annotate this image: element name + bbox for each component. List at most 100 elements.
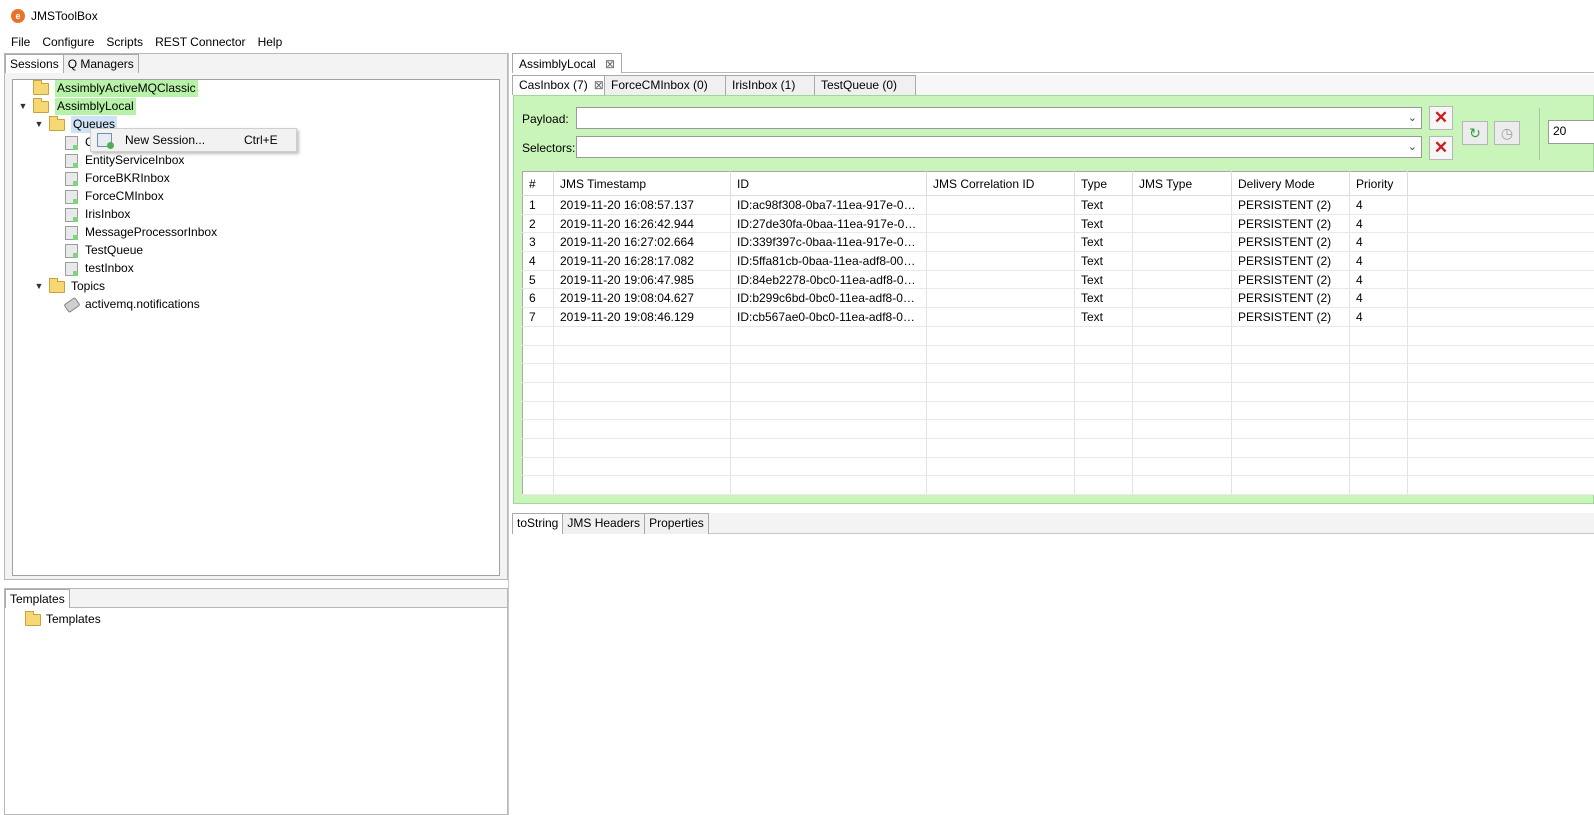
column-header[interactable]: JMS Type [1132,171,1232,196]
menu-rest-connector[interactable]: REST Connector [149,33,252,52]
clear-selectors-button[interactable]: ✕ [1429,136,1453,160]
close-icon[interactable]: ⊠ [605,57,615,71]
expand-chevron-icon[interactable]: ▼ [33,278,45,295]
table-cell-empty [1349,326,1408,346]
table-header-row: # JMS Timestamp ID JMS Correlation ID Ty… [522,171,1594,196]
clock-icon[interactable]: ◷ [1494,121,1520,145]
table-cell [1132,232,1232,253]
table-row[interactable]: 1 2019-11-20 16:08:57.137 ID:ac98f308-0ba7… [522,195,1594,215]
table-cell-empty [1407,475,1594,495]
tab-queue-forcecminbox[interactable]: ForceCMInbox (0) [604,75,726,95]
table-row[interactable]: 6 2019-11-20 19:08:04.627 ID:b299c6bd-0bc0… [522,288,1594,309]
chevron-down-icon[interactable]: ⌄ [1408,111,1417,124]
table-cell-empty [553,363,731,383]
tab-queue-testqueue[interactable]: TestQueue (0) [814,75,916,95]
table-cell: ID:339f397c-0baa-11ea-917e-0015... [730,232,927,253]
table-row[interactable]: 3 2019-11-20 16:27:02.664 ID:339f397c-0baa… [522,232,1594,253]
menu-help[interactable]: Help [252,33,289,52]
queue-icon [65,172,78,186]
table-cell-empty [1407,401,1594,421]
column-header[interactable]: Delivery Mode [1231,171,1350,196]
table-row-empty [522,457,1594,477]
queue-label: IrisInbox [85,207,131,221]
table-cell [926,251,1075,271]
column-header-filler [1407,171,1594,196]
detail-content [512,534,1594,815]
table-cell: 4 [522,251,554,271]
table-cell-empty [1349,438,1408,458]
tab-session-assimbly-local[interactable]: AssimblyLocal ⊠ [512,53,623,73]
queue-label: testInbox [85,261,134,275]
tab-tostring[interactable]: toString [512,513,564,534]
queue-icon [65,136,78,150]
expand-chevron-icon[interactable]: ▼ [17,98,29,115]
table-cell: 2 [522,214,554,234]
payload-input[interactable]: ⌄ [576,107,1422,129]
table-cell: 4 [1349,232,1408,253]
session-tabstrip: AssimblyLocal ⊠ [512,53,1594,73]
table-cell-empty [522,382,554,402]
window-title: JMSToolBox [31,9,98,23]
table-cell: Text [1074,214,1133,234]
table-cell: 1 [522,195,554,215]
table-row[interactable]: 2 2019-11-20 16:26:42.944 ID:27de30fa-0baa… [522,214,1594,234]
context-menu-item-new-session[interactable]: New Session... Ctrl+E [91,129,296,151]
selectors-label: Selectors: [522,141,576,155]
queue-icon [65,208,78,222]
table-cell [926,288,1075,309]
tab-queue-casinbox[interactable]: CasInbox (7) ⊠ [512,75,605,95]
panel-divider[interactable] [508,53,509,815]
queue-label: MessageProcessorInbox [85,225,218,239]
table-cell-empty [1407,438,1594,458]
table-cell-empty [1132,457,1232,477]
column-header[interactable]: Type [1074,171,1133,196]
column-header[interactable]: ID [730,171,927,196]
table-cell [1132,270,1232,290]
sessions-tree: AssimblyActiveMQClassic ▼ AssimblyLocal … [12,79,500,576]
table-cell: 4 [1349,251,1408,271]
tab-templates[interactable]: Templates [5,589,70,608]
sessions-tabstrip: Sessions Q Managers [5,54,139,73]
tab-queue-irisinbox[interactable]: IrisInbox (1) [725,75,815,95]
table-cell-empty [1231,345,1350,365]
column-header[interactable]: JMS Timestamp [553,171,731,196]
menu-file[interactable]: File [5,33,36,52]
menu-configure[interactable]: Configure [36,33,100,52]
clear-payload-button[interactable]: ✕ [1429,106,1453,130]
table-cell-empty [522,475,554,495]
table-cell-empty [1132,401,1232,421]
table-row-empty [522,363,1594,383]
refresh-icon[interactable]: ↻ [1462,121,1488,145]
table-cell [926,270,1075,290]
column-header[interactable]: JMS Correlation ID [926,171,1075,196]
column-header[interactable]: Priority [1349,171,1408,196]
selectors-input[interactable]: ⌄ [576,136,1422,158]
table-cell-empty [1231,382,1350,402]
tab-jms-headers[interactable]: JMS Headers [562,513,646,534]
menu-scripts[interactable]: Scripts [100,33,149,52]
column-header[interactable]: # [522,171,554,196]
queue-icon [65,190,78,204]
templates-folder-icon [25,611,41,626]
table-row[interactable]: 4 2019-11-20 16:28:17.082 ID:5ffa81cb-0baa… [522,251,1594,271]
table-cell-empty [1074,475,1133,495]
page-size-input[interactable]: 20 [1548,120,1594,144]
queue-label: ForceCMInbox [85,189,164,203]
table-cell-empty [730,326,927,346]
queue-icon [65,262,78,276]
table-row-empty [522,326,1594,346]
close-icon[interactable]: ⊠ [594,78,604,92]
table-row[interactable]: 7 2019-11-20 19:08:46.129 ID:cb567ae0-0bc0… [522,307,1594,327]
chevron-down-icon[interactable]: ⌄ [1408,140,1417,153]
table-cell-empty [1231,457,1350,477]
table-row[interactable]: 5 2019-11-20 19:06:47.985 ID:84eb2278-0bc0… [522,270,1594,290]
tab-q-managers[interactable]: Q Managers [62,54,139,73]
topics-label: Topics [71,279,106,293]
expand-chevron-icon[interactable]: ▼ [33,116,45,133]
table-cell [1132,288,1232,309]
table-cell [1132,251,1232,271]
table-cell-empty [926,401,1075,421]
tab-sessions[interactable]: Sessions [5,54,64,73]
table-cell-empty [730,382,927,402]
tab-properties[interactable]: Properties [644,513,709,534]
